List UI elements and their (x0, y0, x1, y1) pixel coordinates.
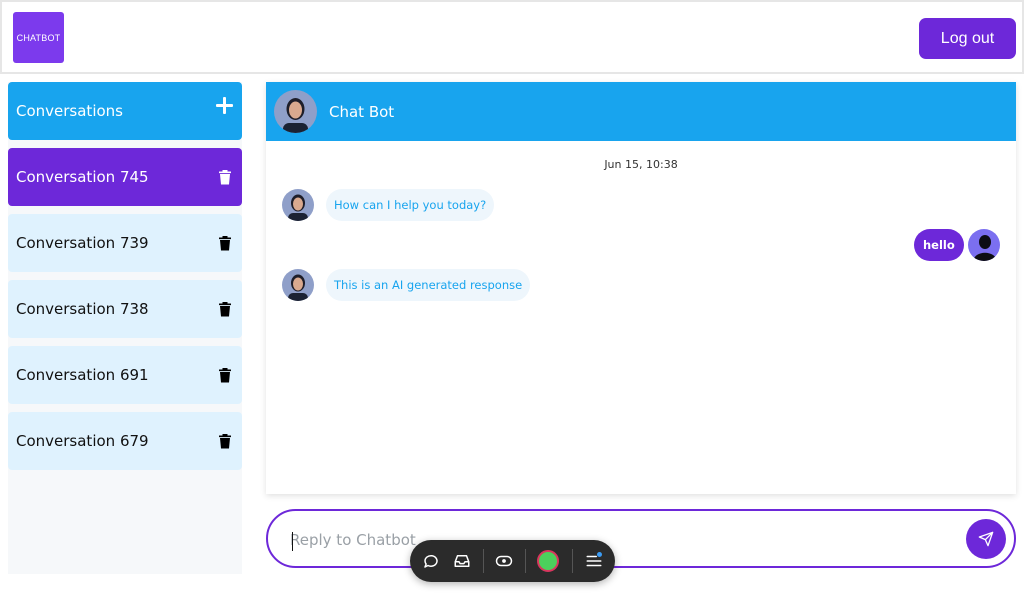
conversation-item-691[interactable]: Conversation 691 (8, 346, 242, 404)
conversation-item-738[interactable]: Conversation 738 (8, 280, 242, 338)
message-composer (266, 509, 1016, 568)
app-header: CHATBOT Log out (0, 0, 1024, 74)
toolbar-divider (572, 549, 573, 573)
status-dot-icon[interactable] (537, 550, 559, 572)
trash-icon[interactable] (218, 235, 232, 251)
conversations-title: Conversations (16, 102, 123, 120)
send-button[interactable] (966, 519, 1006, 559)
bot-avatar (282, 189, 314, 221)
inbox-icon[interactable] (452, 551, 472, 571)
notification-badge (597, 552, 602, 557)
trash-icon[interactable] (218, 169, 232, 185)
bot-message-bubble: How can I help you today? (326, 189, 495, 221)
toolbar-divider (525, 549, 526, 573)
chat-bubble-icon[interactable] (421, 551, 441, 571)
chat-header: Chat Bot (266, 82, 1016, 141)
bot-message-bubble: This is an AI generated response (326, 269, 531, 301)
conversation-label: Conversation 738 (16, 300, 149, 318)
plus-icon[interactable] (216, 97, 233, 114)
send-icon (978, 531, 994, 547)
conversation-label: Conversation 691 (16, 366, 149, 384)
conversation-item-739[interactable]: Conversation 739 (8, 214, 242, 272)
conversation-item-679[interactable]: Conversation 679 (8, 412, 242, 470)
bot-avatar (282, 269, 314, 301)
app-logo: CHATBOT (13, 12, 64, 63)
trash-icon[interactable] (218, 301, 232, 317)
bot-avatar (274, 90, 317, 133)
message-timestamp: Jun 15, 10:38 (604, 158, 678, 171)
conversations-sidebar: Conversations Conversation 745 Conversat… (8, 82, 242, 574)
user-avatar (968, 229, 1000, 261)
user-message-bubble: hello (914, 229, 964, 261)
floating-toolbar (410, 540, 615, 582)
chat-window: Chat Bot Jun 15, 10:38 How can I help yo… (266, 82, 1016, 494)
conversation-item-745[interactable]: Conversation 745 (8, 148, 242, 206)
trash-icon[interactable] (218, 433, 232, 449)
logout-button[interactable]: Log out (919, 18, 1016, 59)
eye-toggle-icon[interactable] (494, 551, 514, 571)
conversations-header: Conversations (8, 82, 242, 140)
text-caret (292, 532, 293, 551)
trash-icon[interactable] (218, 367, 232, 383)
conversation-label: Conversation 739 (16, 234, 149, 252)
conversation-label: Conversation 679 (16, 432, 149, 450)
toolbar-divider (483, 549, 484, 573)
conversation-label: Conversation 745 (16, 168, 149, 186)
chat-title: Chat Bot (329, 103, 395, 121)
